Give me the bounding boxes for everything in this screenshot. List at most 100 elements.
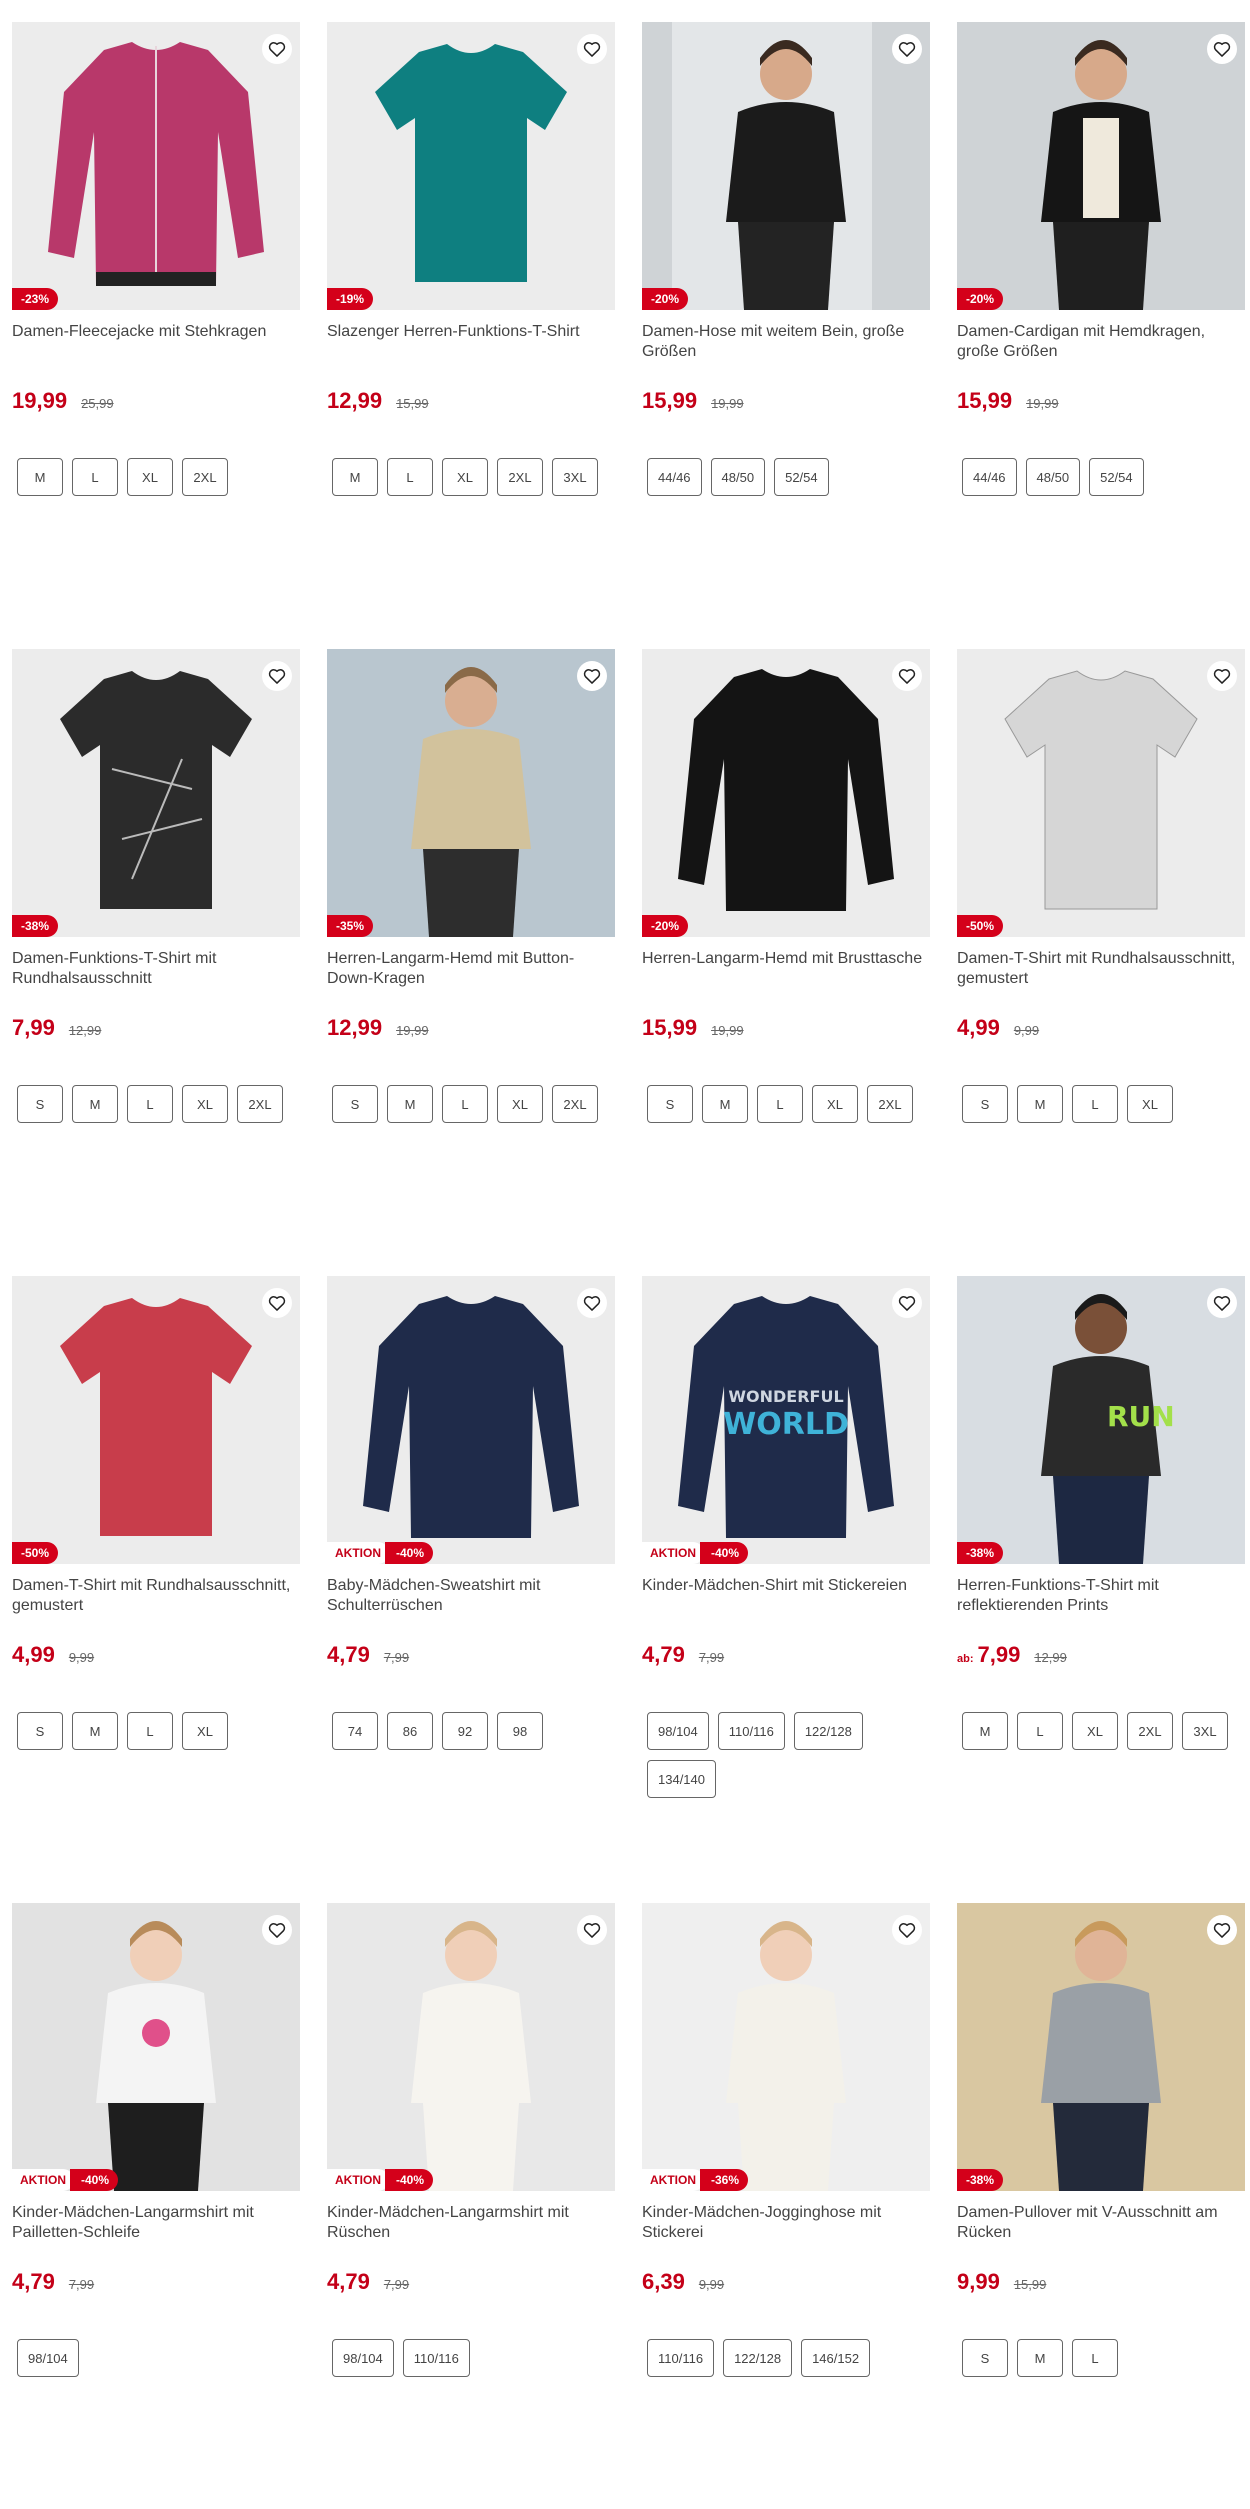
product-card[interactable]: AKTION -40% Kinder-Mädchen-Langarmshirt mi… bbox=[12, 1903, 300, 2509]
wishlist-button[interactable] bbox=[892, 1915, 922, 1945]
product-title[interactable]: Damen-Cardigan mit Hemdkragen, große Grö… bbox=[957, 322, 1245, 362]
size-option[interactable]: L bbox=[127, 1085, 173, 1123]
product-title[interactable]: Damen-Hose mit weitem Bein, große Größen bbox=[642, 322, 930, 362]
size-option[interactable]: 2XL bbox=[1127, 1712, 1173, 1750]
size-option[interactable]: XL bbox=[182, 1712, 228, 1750]
size-option[interactable]: 44/46 bbox=[962, 458, 1017, 496]
product-card[interactable]: -50% Damen-T-Shirt mit Rundhalsausschnitt… bbox=[12, 1276, 300, 1903]
size-option[interactable]: L bbox=[442, 1085, 488, 1123]
product-image[interactable]: -20% bbox=[957, 22, 1245, 310]
product-card[interactable]: -20% Damen-Cardigan mit Hemdkragen, große… bbox=[957, 22, 1245, 649]
product-image[interactable]: -19% bbox=[327, 22, 615, 310]
product-card[interactable]: -50% Damen-T-Shirt mit Rundhalsausschnitt… bbox=[957, 649, 1245, 1276]
size-option[interactable]: L bbox=[1017, 1712, 1063, 1750]
wishlist-button[interactable] bbox=[577, 1288, 607, 1318]
size-option[interactable]: XL bbox=[1127, 1085, 1173, 1123]
product-image[interactable]: -50% bbox=[957, 649, 1245, 937]
size-option[interactable]: L bbox=[1072, 1085, 1118, 1123]
size-option[interactable]: 3XL bbox=[552, 458, 598, 496]
size-option[interactable]: S bbox=[17, 1712, 63, 1750]
size-option[interactable]: L bbox=[1072, 2339, 1118, 2377]
size-option[interactable]: 44/46 bbox=[647, 458, 702, 496]
product-image[interactable]: -35% bbox=[327, 649, 615, 937]
size-option[interactable]: L bbox=[757, 1085, 803, 1123]
size-option[interactable]: 52/54 bbox=[1089, 458, 1144, 496]
wishlist-button[interactable] bbox=[1207, 1288, 1237, 1318]
size-option[interactable]: M bbox=[962, 1712, 1008, 1750]
size-option[interactable]: 98/104 bbox=[332, 2339, 394, 2377]
size-option[interactable]: 146/152 bbox=[801, 2339, 871, 2377]
product-title[interactable]: Kinder-Mädchen-Jogginghose mit Stickerei bbox=[642, 2203, 930, 2243]
product-image[interactable]: -38% bbox=[957, 1903, 1245, 2191]
size-option[interactable]: M bbox=[17, 458, 63, 496]
wishlist-button[interactable] bbox=[1207, 661, 1237, 691]
product-title[interactable]: Herren-Funktions-T-Shirt mit reflektiere… bbox=[957, 1576, 1245, 1616]
size-option[interactable]: 98 bbox=[497, 1712, 543, 1750]
wishlist-button[interactable] bbox=[577, 34, 607, 64]
size-option[interactable]: XL bbox=[442, 458, 488, 496]
size-option[interactable]: 110/116 bbox=[647, 2339, 715, 2377]
product-title[interactable]: Herren-Langarm-Hemd mit Brusttasche bbox=[642, 949, 930, 989]
product-card[interactable]: -19% Slazenger Herren-Funktions-T-Shirt 12… bbox=[327, 22, 615, 649]
size-option[interactable]: S bbox=[17, 1085, 63, 1123]
size-option[interactable]: XL bbox=[182, 1085, 228, 1123]
size-option[interactable]: 2XL bbox=[552, 1085, 598, 1123]
wishlist-button[interactable] bbox=[892, 1288, 922, 1318]
product-card[interactable]: -35% Herren-Langarm-Hemd mit Button-Down-… bbox=[327, 649, 615, 1276]
product-title[interactable]: Damen-Pullover mit V-Ausschnitt am Rücke… bbox=[957, 2203, 1245, 2243]
product-title[interactable]: Damen-T-Shirt mit Rundhalsausschnitt, ge… bbox=[12, 1576, 300, 1616]
size-option[interactable]: 122/128 bbox=[793, 1712, 863, 1750]
size-option[interactable]: 134/140 bbox=[647, 1760, 716, 1798]
wishlist-button[interactable] bbox=[1207, 34, 1237, 64]
size-option[interactable]: M bbox=[332, 458, 378, 496]
wishlist-button[interactable] bbox=[892, 34, 922, 64]
size-option[interactable]: S bbox=[962, 2339, 1008, 2377]
product-image[interactable]: AKTION -40% bbox=[327, 1276, 615, 1564]
product-title[interactable]: Kinder-Mädchen-Shirt mit Stickereien bbox=[642, 1576, 930, 1616]
product-image[interactable]: AKTION -40% bbox=[327, 1903, 615, 2191]
size-option[interactable]: M bbox=[702, 1085, 748, 1123]
product-title[interactable]: Baby-Mädchen-Sweatshirt mit Schulterrüsc… bbox=[327, 1576, 615, 1616]
product-title[interactable]: Kinder-Mädchen-Langarmshirt mit Rüschen bbox=[327, 2203, 615, 2243]
size-option[interactable]: L bbox=[72, 458, 118, 496]
product-image[interactable]: AKTION -36% bbox=[642, 1903, 930, 2191]
product-image[interactable]: -50% bbox=[12, 1276, 300, 1564]
product-title[interactable]: Kinder-Mädchen-Langarmshirt mit Paillett… bbox=[12, 2203, 300, 2243]
wishlist-button[interactable] bbox=[262, 1288, 292, 1318]
product-title[interactable]: Herren-Langarm-Hemd mit Button-Down-Krag… bbox=[327, 949, 615, 989]
product-title[interactable]: Slazenger Herren-Funktions-T-Shirt bbox=[327, 322, 615, 362]
product-title[interactable]: Damen-T-Shirt mit Rundhalsausschnitt, ge… bbox=[957, 949, 1245, 989]
size-option[interactable]: 74 bbox=[332, 1712, 378, 1750]
wishlist-button[interactable] bbox=[262, 661, 292, 691]
wishlist-button[interactable] bbox=[262, 1915, 292, 1945]
wishlist-button[interactable] bbox=[262, 34, 292, 64]
size-option[interactable]: 98/104 bbox=[17, 2339, 79, 2377]
size-option[interactable]: M bbox=[72, 1085, 118, 1123]
size-option[interactable]: 86 bbox=[387, 1712, 433, 1750]
size-option[interactable]: XL bbox=[127, 458, 173, 496]
size-option[interactable]: S bbox=[332, 1085, 378, 1123]
product-card[interactable]: -20% Herren-Langarm-Hemd mit Brusttasche 1… bbox=[642, 649, 930, 1276]
product-card[interactable]: RUN -38% Herren-Funktions-T-Shirt mit refl… bbox=[957, 1276, 1245, 1903]
product-image[interactable]: WONDERFUL WORLD AKTION -40% bbox=[642, 1276, 930, 1564]
size-option[interactable]: 48/50 bbox=[710, 458, 766, 496]
product-title[interactable]: Damen-Fleecejacke mit Stehkragen bbox=[12, 322, 300, 362]
size-option[interactable]: 52/54 bbox=[774, 458, 829, 496]
wishlist-button[interactable] bbox=[577, 1915, 607, 1945]
product-title[interactable]: Damen-Funktions-T-Shirt mit Rundhalsauss… bbox=[12, 949, 300, 989]
size-option[interactable]: M bbox=[1017, 2339, 1063, 2377]
size-option[interactable]: M bbox=[1017, 1085, 1063, 1123]
product-card[interactable]: -20% Damen-Hose mit weitem Bein, große Gr… bbox=[642, 22, 930, 649]
size-option[interactable]: 110/116 bbox=[402, 2339, 470, 2377]
product-card[interactable]: WONDERFUL WORLD AKTION -40% Kinder-Mädchen-S… bbox=[642, 1276, 930, 1903]
product-image[interactable]: AKTION -40% bbox=[12, 1903, 300, 2191]
size-option[interactable]: 2XL bbox=[867, 1085, 913, 1123]
size-option[interactable]: M bbox=[387, 1085, 433, 1123]
size-option[interactable]: S bbox=[647, 1085, 693, 1123]
size-option[interactable]: XL bbox=[497, 1085, 543, 1123]
size-option[interactable]: S bbox=[962, 1085, 1008, 1123]
size-option[interactable]: XL bbox=[1072, 1712, 1118, 1750]
wishlist-button[interactable] bbox=[1207, 1915, 1237, 1945]
size-option[interactable]: L bbox=[387, 458, 433, 496]
size-option[interactable]: 98/104 bbox=[647, 1712, 709, 1750]
